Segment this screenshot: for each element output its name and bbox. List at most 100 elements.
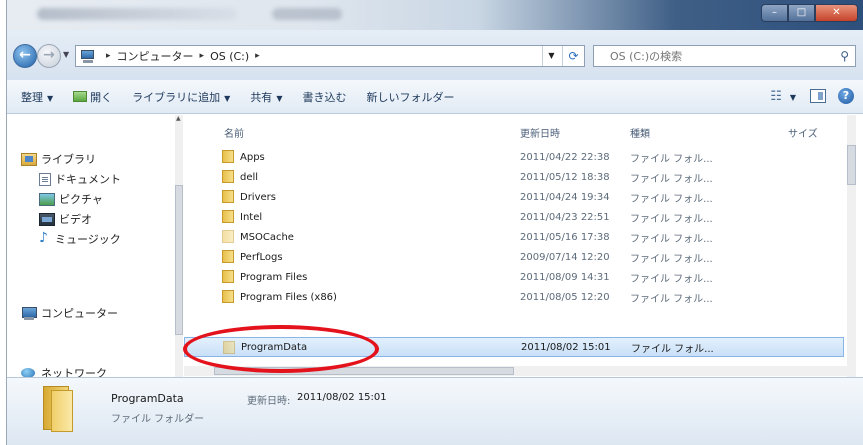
help-icon[interactable]: ?: [838, 88, 854, 104]
column-header-name[interactable]: 名前: [224, 125, 244, 140]
details-file-type: ファイル フォルダー: [111, 414, 205, 425]
file-name: Program Files (x86): [240, 291, 337, 303]
file-list-vertical-scrollbar[interactable]: [847, 115, 856, 377]
sidebar-item-computer[interactable]: コンピューター: [21, 305, 118, 321]
burn-button[interactable]: 書き込む: [302, 89, 346, 105]
view-dropdown-icon[interactable]: ▼: [786, 90, 796, 103]
table-row[interactable]: dell 2011/05/12 18:38 ファイル フォル...: [184, 167, 844, 187]
table-row[interactable]: Program Files (x86) 2011/08/05 12:20 ファイル …: [184, 287, 844, 307]
forward-button[interactable]: →: [37, 44, 61, 68]
folder-icon: [222, 290, 234, 303]
sidebar-item-music[interactable]: ミュージック: [39, 230, 121, 247]
open-label: 開く: [90, 90, 113, 104]
file-type: ファイル フォル...: [630, 233, 713, 245]
window-controls: – □ ✕: [761, 4, 858, 22]
sidebar-item-videos[interactable]: ビデオ: [39, 211, 92, 227]
column-header-date[interactable]: 更新日時: [520, 125, 560, 140]
table-row-selected[interactable]: ProgramData 2011/08/02 15:01 ファイル フォル...: [184, 337, 844, 357]
table-row[interactable]: Drivers 2011/04/24 19:34 ファイル フォル...: [184, 187, 844, 207]
new-folder-button[interactable]: 新しいフォルダー: [366, 89, 454, 105]
refresh-icon[interactable]: ⟳: [562, 46, 584, 66]
file-type: ファイル フォル...: [630, 173, 713, 185]
folder-icon: [222, 270, 234, 283]
scroll-up-icon[interactable]: ▲: [176, 115, 181, 122]
back-button[interactable]: ←: [13, 44, 37, 68]
table-row[interactable]: Program Files 2011/08/09 14:31 ファイル フォル...: [184, 267, 844, 287]
add-to-library-menu[interactable]: ライブラリに追加 ▼: [132, 89, 230, 105]
file-type: ファイル フォル...: [630, 293, 713, 305]
navigation-scrollbar[interactable]: ▲: [175, 115, 183, 377]
breadcrumb-separator[interactable]: ▸: [106, 51, 111, 61]
sidebar-item-libraries[interactable]: ライブラリ: [21, 151, 96, 167]
folder-icon: [223, 341, 235, 354]
preview-pane-icon[interactable]: [810, 89, 826, 103]
sidebar-item-label: ライブラリ: [41, 153, 96, 166]
close-button[interactable]: ✕: [815, 4, 858, 22]
breadcrumb-drive[interactable]: OS (C:): [210, 50, 249, 63]
file-type: ファイル フォル...: [630, 273, 713, 285]
search-icon[interactable]: ⚲: [840, 49, 849, 63]
video-icon: [39, 212, 55, 226]
chevron-down-icon: ▼: [224, 93, 231, 103]
organize-menu[interactable]: 整理 ▼: [21, 89, 53, 105]
music-icon: [39, 230, 51, 246]
scrollbar-thumb[interactable]: [175, 185, 183, 335]
minimize-button[interactable]: –: [761, 4, 788, 22]
file-type: ファイル フォル...: [630, 213, 713, 225]
sidebar-item-documents[interactable]: ドキュメント: [39, 171, 121, 187]
table-row[interactable]: MSOCache 2011/05/16 17:38 ファイル フォル...: [184, 227, 844, 247]
file-name: MSOCache: [240, 231, 294, 243]
title-bar[interactable]: – □ ✕: [7, 0, 863, 30]
folder-icon: [222, 250, 234, 263]
file-list-horizontal-scrollbar[interactable]: [184, 366, 847, 376]
folder-icon: [222, 170, 234, 183]
navigation-pane: ライブラリ ドキュメント ピクチャ ビデオ ミュージック コンピューター ネット…: [7, 115, 183, 380]
file-type: ファイル フォル...: [631, 343, 714, 355]
file-type: ファイル フォル...: [630, 193, 713, 205]
change-view-icon[interactable]: ☷: [770, 89, 782, 104]
file-date: 2011/05/16 17:38: [520, 231, 610, 243]
search-box[interactable]: ⚲: [593, 45, 856, 67]
address-bar[interactable]: ▸ コンピューター ▸ OS (C:) ▸ ▼ ⟳: [75, 45, 585, 67]
file-date: 2011/08/09 14:31: [520, 271, 610, 283]
maximize-button[interactable]: □: [788, 4, 815, 22]
folder-icon: [222, 150, 234, 163]
sidebar-item-label: ビデオ: [59, 213, 92, 226]
scrollbar-thumb[interactable]: [214, 367, 514, 375]
file-date: 2009/07/14 12:20: [520, 251, 610, 263]
details-date-label: 更新日時:: [247, 396, 291, 407]
table-row[interactable]: Apps 2011/04/22 22:38 ファイル フォル...: [184, 147, 844, 167]
address-dropdown-icon[interactable]: ▼: [542, 46, 560, 66]
file-name: ProgramData: [241, 341, 308, 353]
breadcrumb-separator[interactable]: ▸: [255, 51, 260, 61]
computer-icon: [21, 306, 37, 320]
details-file-name: ProgramData: [111, 392, 184, 405]
computer-icon: [80, 49, 96, 63]
details-date-value: 2011/08/02 15:01: [297, 392, 387, 403]
table-row[interactable]: Intel 2011/04/23 22:51 ファイル フォル...: [184, 207, 844, 227]
title-blur-2: [272, 8, 342, 20]
scrollbar-thumb[interactable]: [847, 145, 856, 185]
title-blur: [37, 8, 237, 20]
sidebar-item-label: ドキュメント: [55, 173, 121, 186]
file-name: PerfLogs: [240, 251, 283, 263]
organize-label: 整理: [21, 90, 43, 104]
sidebar-item-pictures[interactable]: ピクチャ: [39, 191, 103, 207]
document-icon: [39, 172, 51, 186]
open-button[interactable]: 開く: [73, 89, 112, 105]
search-input[interactable]: [594, 49, 824, 63]
share-menu[interactable]: 共有 ▼: [250, 89, 282, 105]
column-header-size[interactable]: サイズ: [788, 125, 818, 140]
file-list: 名前 更新日時 種類 サイズ Apps 2011/04/22 22:38 ファイル …: [184, 115, 856, 377]
table-row[interactable]: PerfLogs 2009/07/14 12:20 ファイル フォル...: [184, 247, 844, 267]
sidebar-item-label: ミュージック: [55, 233, 121, 246]
column-header-type[interactable]: 種類: [630, 125, 650, 140]
library-icon: [21, 152, 37, 166]
explorer-window: – □ ✕ ← → ▼ ▸ コンピューター ▸ OS (C:) ▸ ▼ ⟳ ⚲ …: [6, 0, 863, 445]
sidebar-item-label: コンピューター: [41, 307, 118, 320]
pictures-icon: [39, 192, 55, 206]
recent-pages-dropdown[interactable]: ▼: [63, 50, 69, 59]
breadcrumb-computer[interactable]: コンピューター: [117, 48, 194, 64]
breadcrumb-separator[interactable]: ▸: [200, 51, 205, 61]
file-name: Intel: [240, 211, 263, 223]
